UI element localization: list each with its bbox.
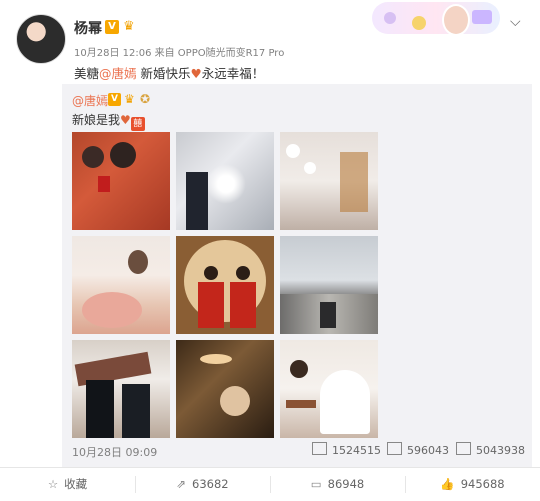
weibo-post-card: 杨幂 V ♛ ⌵ 10月28日 12:06 来自 OPPO随光而变R17 Pro… [0,0,540,501]
post-text: 美糖@唐嫣 新婚快乐♥永远幸福！ [74,63,264,82]
medal-icon: ✪ [140,92,151,106]
banner-avatar [442,4,470,36]
verified-badge-icon: V [105,20,119,34]
repost-text-body: 新娘是我 [72,113,121,127]
repost-button[interactable]: ⇗ 63682 [135,468,270,501]
like-count-value: 5043938 [476,444,525,457]
comment-count-value: 596043 [407,444,449,457]
comment-count[interactable]: 596043 [387,442,449,457]
chevron-down-icon[interactable]: ⌵ [510,14,521,30]
verified-badge-icon: V [108,93,121,106]
heart-icon: ♥ [190,66,202,81]
post-text-mid: 新婚快乐 [136,66,191,81]
crown-icon: ♛ [124,92,135,106]
action-bar: ☆ 收藏 ⇗ 63682 ▭ 86948 👍 945688 [0,467,540,501]
avatar[interactable] [16,14,66,64]
like-count[interactable]: 5043938 [456,442,525,457]
post-text-prefix: 美糖 [74,66,100,81]
double-happiness-icon: 囍 [130,117,145,131]
tag-icon [472,10,492,24]
like-icon [456,442,471,455]
photo-8[interactable] [176,340,274,438]
photo-9[interactable] [280,340,378,438]
reposted-content: @唐嫣 V ♛ ✪ 新娘是我♥ 囍 10月28日 09:09 1524515 5… [62,84,532,468]
username[interactable]: 杨幂 [74,18,102,38]
repost-icon [312,442,327,455]
photo-3[interactable] [280,132,378,230]
favorite-label: 收藏 [64,477,88,491]
repost-date-link[interactable]: 10月28日 09:09 [72,444,157,460]
balloon-icon [384,12,396,24]
comment-button[interactable]: ▭ 86948 [270,468,405,501]
comment-icon: ▭ [310,477,322,491]
repost-author-link[interactable]: @唐嫣 [72,92,108,109]
photo-5[interactable] [176,236,274,334]
photo-4[interactable] [72,236,170,334]
repost-count-value: 1524515 [332,444,381,457]
like-button[interactable]: 👍 945688 [405,468,540,501]
decorative-banner [372,2,500,36]
photo-7[interactable] [72,340,170,438]
photo-2[interactable] [176,132,274,230]
favorite-button[interactable]: ☆ 收藏 [0,468,135,501]
repost-icon: ⇗ [176,477,187,491]
post-text-suffix: 永远幸福！ [201,66,265,81]
like-label: 945688 [460,477,505,491]
photo-1[interactable] [72,132,170,230]
post-meta[interactable]: 10月28日 12:06 来自 OPPO随光而变R17 Pro [74,44,284,59]
comment-label: 86948 [327,477,365,491]
comment-icon [387,442,402,455]
star-icon [412,16,426,30]
repost-label: 63682 [192,477,229,491]
mention-link[interactable]: @唐嫣 [99,66,137,81]
crown-icon: ♛ [123,19,135,34]
heart-icon: ♥ [120,113,131,127]
repost-count[interactable]: 1524515 [312,442,381,457]
repost-text: 新娘是我♥ 囍 [72,111,145,131]
thumbs-up-icon: 👍 [440,477,455,491]
photo-6[interactable] [280,236,378,334]
star-icon: ☆ [47,477,59,491]
